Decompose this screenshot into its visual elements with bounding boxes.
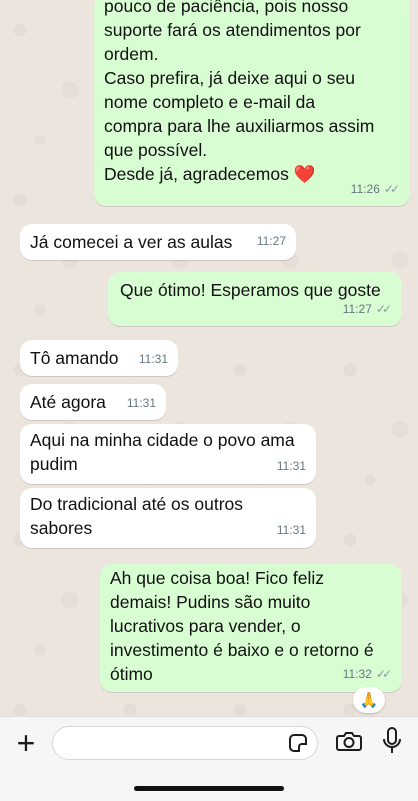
message-meta: 11:31 (277, 454, 306, 478)
message-text: Do tradicional até os outros sabores (30, 494, 244, 538)
read-receipt-icon: ✓✓ (375, 302, 392, 316)
message-time: 11:31 (276, 523, 306, 537)
camera-icon[interactable] (336, 730, 362, 752)
message-time: 11:27 (256, 234, 286, 248)
sticker-icon[interactable] (289, 734, 307, 752)
message-incoming[interactable]: Até agora 11:31 (20, 384, 166, 420)
message-meta: 11:27 (257, 229, 286, 253)
read-receipt-icon: ✓✓ (375, 667, 392, 681)
message-time: 11:32 (342, 667, 372, 681)
message-input[interactable] (52, 726, 318, 760)
message-meta: 11:31 (139, 347, 168, 371)
message-time: 11:31 (126, 396, 156, 410)
message-time: 11:31 (138, 352, 168, 366)
message-incoming[interactable]: Tô amando 11:31 (20, 340, 178, 376)
message-text: Já comecei a ver as aulas (30, 232, 233, 252)
message-time: 11:26 (350, 182, 380, 196)
read-receipt-icon: ✓✓ (383, 182, 400, 196)
message-meta: 11:31 (127, 391, 156, 415)
message-outgoing[interactable]: pouco de paciência, pois nosso suporte f… (94, 0, 410, 206)
message-meta: 11:26 ✓✓ (351, 177, 400, 201)
message-meta: 11:31 (277, 518, 306, 542)
message-incoming[interactable]: Já comecei a ver as aulas 11:27 (20, 224, 296, 260)
message-time: 11:31 (276, 459, 306, 473)
message-outgoing[interactable]: Ah que coisa boa! Fico feliz demais! Pud… (100, 564, 402, 692)
praying-hands-emoji: 🙏 (359, 692, 379, 709)
message-text: pouco de paciência, pois nosso suporte f… (104, 0, 375, 184)
message-outgoing[interactable]: Que ótimo! Esperamos que goste 11:27 ✓✓ (108, 272, 402, 326)
chat-area[interactable]: pouco de paciência, pois nosso suporte f… (0, 0, 418, 716)
reaction-badge[interactable]: 🙏 (353, 687, 385, 713)
message-incoming[interactable]: Do tradicional até os outros sabores 11:… (20, 488, 316, 548)
message-time: 11:27 (342, 302, 372, 316)
plus-icon[interactable]: + (12, 727, 40, 759)
microphone-icon[interactable] (382, 727, 402, 755)
message-meta: 11:27 ✓✓ (343, 297, 392, 321)
message-meta: 11:32 ✓✓ (343, 662, 392, 686)
message-incoming[interactable]: Aqui na minha cidade o povo ama pudim 11… (20, 424, 316, 484)
message-text: Aqui na minha cidade o povo ama pudim (30, 430, 295, 474)
home-indicator (134, 786, 284, 791)
